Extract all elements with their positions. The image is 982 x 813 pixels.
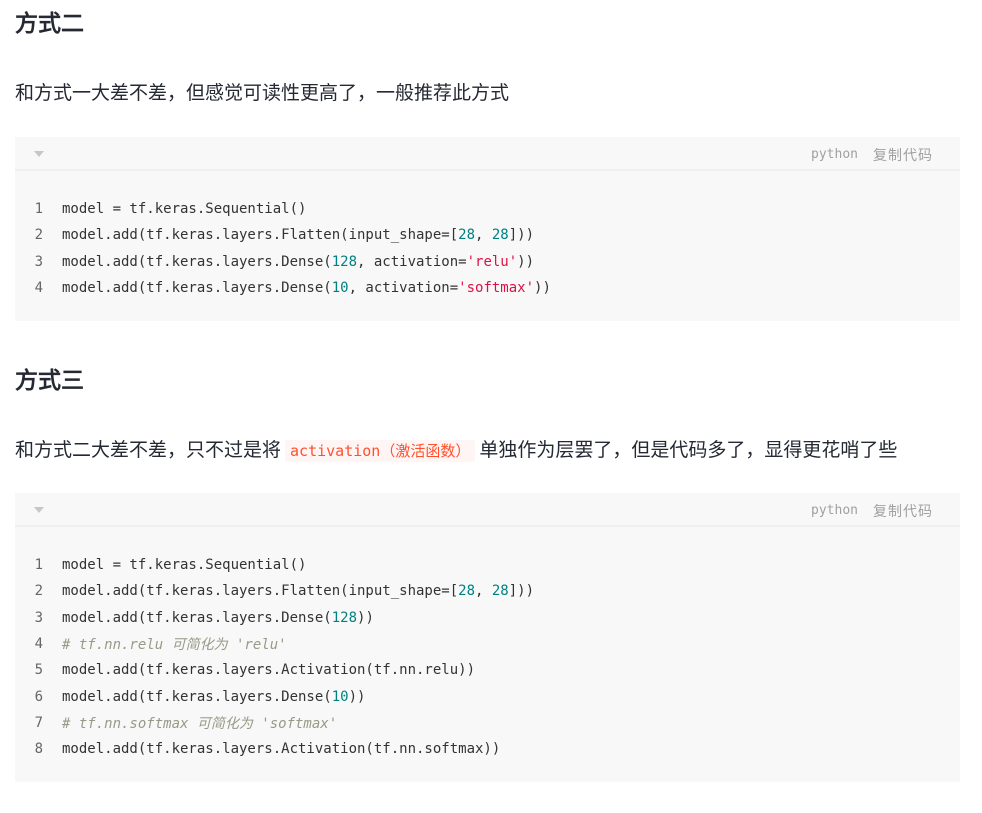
code-text: model = tf.keras.Sequential()	[62, 201, 306, 217]
code-number: 28	[491, 227, 509, 244]
line-number: 3	[34, 609, 43, 626]
section-heading-method-2: 方式二	[15, 11, 84, 37]
code-text: model.add(tf.keras.layers.Dense(128))	[62, 610, 374, 626]
description-text-after: 单独作为层罢了，但是代码多了，显得更花哨了些	[479, 439, 898, 461]
line-number: 1	[34, 201, 43, 218]
code-text: model.add(tf.keras.layers.Dense(128, act…	[62, 254, 534, 270]
code-text: model.add(tf.keras.layers.Flatten(input_…	[62, 583, 534, 599]
code-number: 28	[491, 583, 509, 600]
code-token: model = tf.keras.Sequential()	[62, 557, 307, 574]
code-text: model = tf.keras.Sequential()	[62, 557, 306, 573]
code-line: 1 model = tf.keras.Sequential()	[15, 196, 960, 222]
code-block-header: python 复制代码	[15, 493, 960, 527]
line-number: 3	[34, 253, 43, 270]
code-line: 5 model.add(tf.keras.layers.Activation(tf…	[15, 657, 960, 683]
code-string: 'relu'	[466, 253, 518, 270]
code-string: 'softmax'	[458, 280, 535, 297]
code-text: model.add(tf.keras.layers.Dense(10, acti…	[62, 280, 551, 296]
code-number: 28	[458, 227, 476, 244]
code-number: 128	[331, 609, 358, 626]
code-token: ,	[475, 227, 492, 244]
code-token: model.add(tf.keras.layers.Dense(	[62, 609, 332, 626]
line-number: 4	[34, 280, 43, 297]
code-token: ,	[475, 583, 492, 600]
line-number: 8	[34, 741, 43, 758]
code-line: 4 # tf.nn.relu 可简化为 'relu'	[15, 631, 960, 657]
inline-code-activation: activation（激活函数）	[285, 440, 476, 462]
caret-down-icon[interactable]	[34, 151, 44, 157]
line-number: 6	[34, 688, 43, 705]
code-line: 3 model.add(tf.keras.layers.Dense(128))	[15, 605, 960, 631]
code-block-method-2: python 复制代码 1 model = tf.keras.Sequential…	[15, 137, 960, 322]
code-language-label: python	[811, 147, 858, 162]
code-comment: # tf.nn.softmax 可简化为 'softmax'	[62, 715, 338, 732]
article-page: 方式二 和方式一大差不差，但感觉可读性更高了，一般推荐此方式 python 复制…	[0, 0, 982, 813]
code-token: model.add(tf.keras.layers.Dense(	[62, 253, 332, 270]
code-token: ]))	[508, 583, 535, 600]
code-language-label: python	[811, 503, 858, 518]
code-line: 8 model.add(tf.keras.layers.Activation(tf…	[15, 736, 960, 762]
code-number: 10	[331, 280, 349, 297]
code-block-method-3: python 复制代码 1 model = tf.keras.Sequential…	[15, 493, 960, 783]
code-line: 2 model.add(tf.keras.layers.Flatten(input…	[15, 578, 960, 604]
code-token: model.add(tf.keras.layers.Dense(	[62, 280, 332, 297]
line-number: 5	[34, 662, 43, 679]
code-line: 7 # tf.nn.softmax 可简化为 'softmax'	[15, 710, 960, 736]
code-token: model.add(tf.keras.layers.Activation(tf.…	[62, 741, 501, 758]
code-token: ))	[534, 280, 551, 297]
code-token: model.add(tf.keras.layers.Flatten(input_…	[62, 583, 459, 600]
code-token: ))	[517, 253, 535, 270]
code-block-header: python 复制代码	[15, 137, 960, 171]
code-number: 28	[458, 583, 476, 600]
code-token: model.add(tf.keras.layers.Flatten(input_…	[62, 227, 459, 244]
code-line: 3 model.add(tf.keras.layers.Dense(128, ac…	[15, 249, 960, 275]
code-token: ))	[357, 609, 374, 626]
code-text: # tf.nn.softmax 可简化为 'softmax'	[62, 713, 337, 733]
code-number: 128	[331, 253, 358, 270]
code-text: model.add(tf.keras.layers.Activation(tf.…	[62, 741, 500, 757]
line-number: 7	[34, 714, 43, 731]
code-line: 2 model.add(tf.keras.layers.Flatten(input…	[15, 222, 960, 248]
code-token: , activation=	[348, 280, 459, 297]
code-text: # tf.nn.relu 可简化为 'relu'	[62, 634, 287, 654]
code-token: ))	[348, 688, 366, 705]
code-token: model.add(tf.keras.layers.Activation(tf.…	[62, 662, 476, 679]
code-token: model.add(tf.keras.layers.Dense(	[62, 688, 332, 705]
code-text: model.add(tf.keras.layers.Flatten(input_…	[62, 227, 534, 243]
code-line: 1 model = tf.keras.Sequential()	[15, 552, 960, 578]
code-number: 10	[331, 688, 349, 705]
code-body: 1 model = tf.keras.Sequential() 2 model.add…	[15, 171, 960, 321]
copy-code-button[interactable]: 复制代码	[873, 145, 933, 165]
description-text-before: 和方式二大差不差，只不过是将	[15, 439, 282, 461]
section-description-method-2: 和方式一大差不差，但感觉可读性更高了，一般推荐此方式	[15, 82, 510, 104]
code-token: model = tf.keras.Sequential()	[62, 201, 307, 218]
section-description-method-3: 和方式二大差不差，只不过是将 activation（激活函数） 单独作为层罢了，但是…	[15, 436, 897, 465]
code-body: 1 model = tf.keras.Sequential() 2 model.add…	[15, 527, 960, 782]
code-comment: # tf.nn.relu 可简化为 'relu'	[62, 637, 287, 654]
line-number: 2	[34, 583, 43, 600]
code-token: , activation=	[357, 253, 467, 270]
section-heading-method-3: 方式三	[15, 368, 84, 394]
code-token: ]))	[508, 227, 535, 244]
code-text: model.add(tf.keras.layers.Dense(10))	[62, 689, 365, 705]
code-text: model.add(tf.keras.layers.Activation(tf.…	[62, 662, 475, 678]
line-number: 4	[34, 636, 43, 653]
copy-code-button[interactable]: 复制代码	[873, 501, 933, 521]
caret-down-icon[interactable]	[34, 507, 44, 513]
line-number: 2	[34, 227, 43, 244]
code-line: 4 model.add(tf.keras.layers.Dense(10, act…	[15, 275, 960, 301]
code-line: 6 model.add(tf.keras.layers.Dense(10))	[15, 683, 960, 709]
line-number: 1	[34, 557, 43, 574]
